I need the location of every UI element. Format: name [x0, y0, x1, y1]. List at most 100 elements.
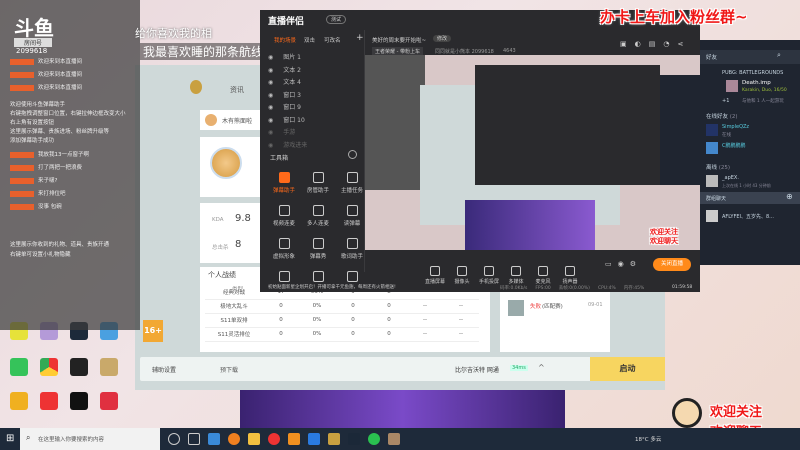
- bottom-tool-label: 摄像头: [454, 279, 470, 285]
- more-icon[interactable]: [348, 150, 357, 159]
- add-scene-button[interactable]: +: [356, 33, 364, 43]
- online-friend[interactable]: SimpleQZz: [722, 124, 749, 130]
- username: 木有熊面啦: [222, 118, 253, 125]
- age-rating-badge: 16+: [143, 320, 163, 342]
- stream-title[interactable]: 美好的周末要开始啦~: [372, 36, 426, 44]
- chrome-icon[interactable]: [40, 358, 58, 376]
- weather[interactable]: 18°C 多云: [635, 435, 661, 443]
- app-icon[interactable]: [40, 392, 58, 410]
- predownload-button[interactable]: 预下载: [220, 365, 238, 374]
- bottom-tool-icon: [565, 266, 575, 276]
- task-view-icon[interactable]: [188, 433, 200, 445]
- bottom-tool-icon: [430, 266, 440, 276]
- scene-tab[interactable]: 可改名: [324, 36, 341, 44]
- scene-tab[interactable]: 双击: [304, 36, 315, 44]
- layer-item[interactable]: ◉ 文本 4: [268, 77, 301, 86]
- eye-icon[interactable]: ◉: [268, 67, 273, 74]
- online-friend[interactable]: C鹏鹏鹏鹏: [722, 142, 746, 149]
- chat-text: 添加弹幕助手成功: [10, 138, 55, 144]
- douyu-logo: 斗鱼: [14, 16, 54, 40]
- eye-icon[interactable]: ◉: [268, 142, 273, 149]
- taskbar-app-icon[interactable]: [288, 433, 300, 445]
- add-icon[interactable]: ⊕: [786, 192, 793, 201]
- app-icon[interactable]: [70, 358, 88, 376]
- layer-item[interactable]: ◉ 手游: [268, 127, 295, 136]
- cortana-icon[interactable]: [168, 433, 180, 445]
- wechat-icon[interactable]: [368, 433, 380, 445]
- lol-logo: [190, 80, 202, 94]
- chat-message: 打了两把一把浪费: [10, 163, 82, 171]
- table-cell: 0: [263, 327, 299, 342]
- layer-item[interactable]: ◉ 窗口 9: [268, 102, 301, 111]
- bottom-tool-label: 手机投屏: [478, 279, 499, 285]
- chevron-up-icon[interactable]: ^: [538, 363, 545, 372]
- taskbar-app-icon[interactable]: [328, 433, 340, 445]
- app-icon[interactable]: [10, 358, 28, 376]
- end-live-button[interactable]: 关闭直播: [653, 258, 691, 271]
- tool-item[interactable]: 房管助手: [300, 172, 336, 194]
- tool-item[interactable]: 虚拟形象: [266, 238, 302, 260]
- game-name: PUBG: BATTLEGROUNDS: [722, 70, 784, 76]
- bottom-tool[interactable]: 直播屏幕: [420, 266, 450, 285]
- group-chat-header[interactable]: 群组聊天 ⊕: [700, 192, 800, 204]
- bottom-tool[interactable]: 麦克风: [528, 266, 558, 285]
- user-badge: [10, 84, 34, 91]
- taskbar-app-icon[interactable]: [208, 433, 220, 445]
- version-badge[interactable]: 测试: [326, 15, 347, 24]
- settings-icons[interactable]: ▭◉⚙: [605, 260, 642, 268]
- bottom-tool[interactable]: 手机投屏: [474, 266, 504, 285]
- chat-text: 来打排位吧: [38, 191, 66, 197]
- taskbar-app-icon[interactable]: [268, 433, 280, 445]
- eye-icon[interactable]: ◉: [268, 54, 273, 61]
- tool-item[interactable]: 多人连麦: [300, 205, 336, 227]
- header-icons[interactable]: ▣◐▤◔⋖: [620, 40, 691, 48]
- taskbar-app-icon[interactable]: [228, 433, 240, 445]
- bottom-tool[interactable]: 扬声器: [555, 266, 585, 285]
- taskbar-app-icon[interactable]: [308, 433, 320, 445]
- edit-title-button[interactable]: 修改: [433, 35, 452, 42]
- server-select[interactable]: 比尔吉沃特 网通: [455, 365, 499, 374]
- stream-preview: [365, 55, 700, 250]
- app-icon[interactable]: [100, 392, 118, 410]
- layer-item[interactable]: ◉ 游戏进来: [268, 140, 307, 149]
- table-cell: S11灵活排位: [205, 327, 263, 342]
- layer-item[interactable]: ◉ 窗口 10: [268, 115, 305, 124]
- steam-icon[interactable]: [348, 433, 360, 445]
- eye-icon[interactable]: ◉: [268, 129, 273, 136]
- taskbar-search[interactable]: ⌕ 在这里输入你要搜索的内容: [20, 428, 160, 450]
- app-icon[interactable]: [10, 392, 28, 410]
- search-icon[interactable]: ⌕: [777, 51, 781, 60]
- offline-friend[interactable]: _apEX.: [722, 175, 739, 181]
- kills-value: 8: [235, 239, 242, 250]
- layer-name: 文本 4: [283, 79, 301, 86]
- eye-icon[interactable]: ◉: [268, 104, 273, 111]
- layer-item[interactable]: ◉ 文本 2: [268, 65, 301, 74]
- layer-item[interactable]: ◉ 窗口 3: [268, 90, 301, 99]
- start-button[interactable]: 启动: [590, 357, 665, 381]
- friend-avatar: [706, 142, 718, 154]
- bottom-tool[interactable]: 多媒体: [501, 266, 531, 285]
- file-explorer-icon[interactable]: [248, 433, 260, 445]
- assist-settings-button[interactable]: 辅助设置: [152, 365, 176, 374]
- app-icon[interactable]: [70, 392, 88, 410]
- bottom-bar: 辅助设置 预下载 比尔吉沃特 网通 34ms ^: [140, 357, 660, 381]
- nav-news[interactable]: 资讯: [230, 85, 244, 95]
- group-item[interactable]: AFLYFEI、五岁先、8...: [722, 213, 774, 220]
- friend-avatar: [706, 124, 718, 136]
- layer-item[interactable]: ◉ 图片 1: [268, 52, 301, 61]
- friend-avatar: [706, 175, 718, 187]
- taskbar-app-icon[interactable]: [388, 433, 400, 445]
- scene-tab[interactable]: 我的场景: [274, 36, 296, 44]
- eye-icon[interactable]: ◉: [268, 117, 273, 124]
- windows-start-icon[interactable]: ⊞: [6, 433, 14, 444]
- friend-name[interactable]: Death.imp: [742, 80, 771, 86]
- eye-icon[interactable]: ◉: [268, 79, 273, 86]
- tool-item[interactable]: 弹幕助手: [266, 172, 302, 194]
- eye-icon[interactable]: ◉: [268, 92, 273, 99]
- tool-item[interactable]: 弹幕秀: [300, 238, 336, 260]
- app-icon[interactable]: [100, 358, 118, 376]
- bottom-tool[interactable]: 摄像头: [447, 266, 477, 285]
- chat-message: 我放我13一点窗子啊: [10, 150, 89, 158]
- tool-item[interactable]: 视频连麦: [266, 205, 302, 227]
- chat-message: 右键拖拽调整窗口位置，右键拉伸边框改变大小: [10, 109, 126, 117]
